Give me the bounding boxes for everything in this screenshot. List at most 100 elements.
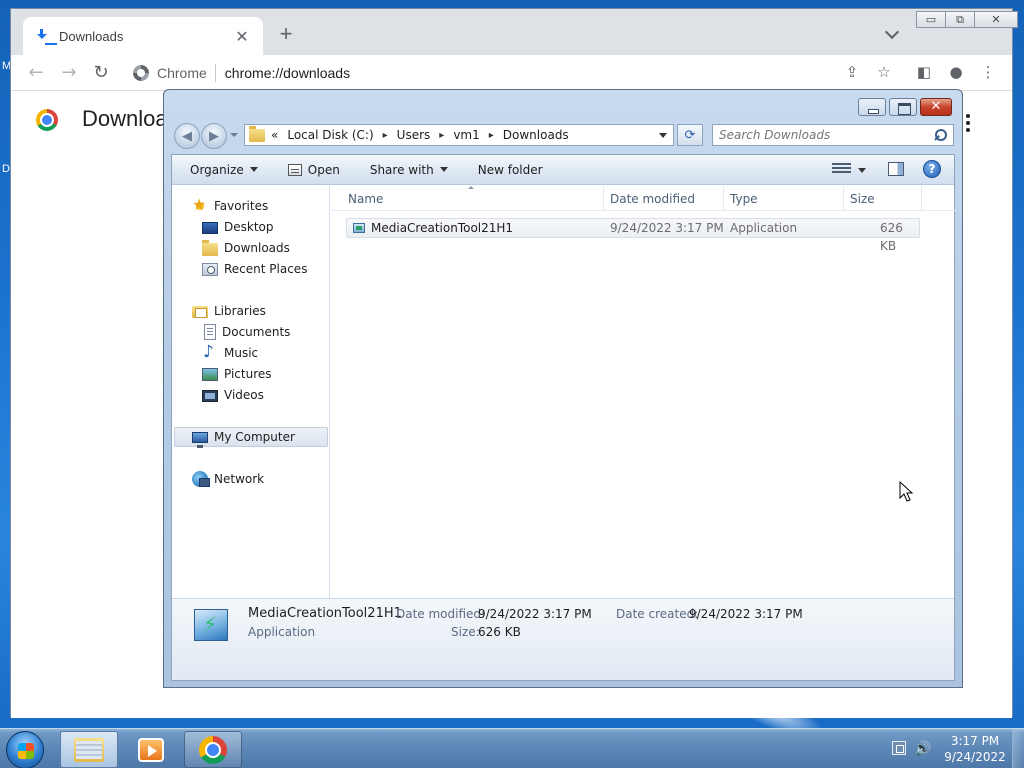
show-desktop-button[interactable]: [1012, 729, 1024, 768]
system-tray: 🔊 3:17 PM 9/24/2022: [888, 729, 1024, 768]
explorer-forward-button[interactable]: ▶: [201, 123, 227, 149]
chrome-window-controls: ▭ ⧉ ✕: [916, 11, 1018, 28]
download-icon: [35, 28, 49, 44]
clock-date: 9/24/2022: [944, 750, 1006, 764]
taskbar: 🔊 3:17 PM 9/24/2022: [0, 728, 1024, 768]
media-creation-tool-icon: [194, 609, 228, 641]
breadcrumb-local-disk[interactable]: Local Disk (C:): [287, 128, 373, 142]
table-row[interactable]: MediaCreationTool21H1 9/24/2022 3:17 PM …: [346, 218, 920, 253]
explorer-back-button[interactable]: ◀: [174, 123, 200, 149]
breadcrumb-vm1[interactable]: vm1: [453, 128, 479, 142]
share-with-label: Share with: [369, 162, 434, 177]
chrome-icon: [199, 735, 227, 764]
search-input[interactable]: [719, 128, 919, 142]
explorer-window-controls: ✕: [855, 98, 952, 116]
nav-recent-places[interactable]: Recent Places: [202, 259, 307, 279]
column-header-type[interactable]: Type: [724, 186, 844, 211]
refresh-button[interactable]: ⟳: [677, 124, 703, 146]
details-file-kind: Application: [248, 625, 316, 639]
column-header-date-modified[interactable]: Date modified: [604, 186, 724, 211]
address-history-chevron-down-icon[interactable]: [659, 133, 667, 138]
nav-documents[interactable]: Documents: [202, 322, 290, 342]
libraries-icon: [192, 306, 208, 318]
nav-pictures[interactable]: Pictures: [202, 364, 272, 384]
nav-label: Videos: [224, 388, 264, 402]
taskbar-chrome-button[interactable]: [184, 731, 242, 768]
minimize-button[interactable]: ▭: [916, 11, 946, 28]
forward-button[interactable]: →: [57, 63, 81, 83]
pictures-icon: [202, 368, 218, 381]
nav-label: Libraries: [214, 304, 266, 318]
tab-search-chevron-icon[interactable]: [884, 24, 900, 40]
close-button[interactable]: ✕: [974, 11, 1018, 28]
clock[interactable]: 3:17 PM 9/24/2022: [940, 733, 1010, 765]
breadcrumb-separator-icon[interactable]: ▸: [439, 130, 444, 141]
computer-icon: [192, 432, 208, 448]
breadcrumb-overflow[interactable]: «: [271, 128, 278, 142]
nav-music[interactable]: Music: [202, 342, 258, 363]
profile-icon[interactable]: ●: [945, 61, 967, 83]
back-button[interactable]: ←: [24, 63, 48, 83]
column-header-size[interactable]: Size: [844, 186, 922, 211]
breadcrumb-downloads[interactable]: Downloads: [503, 128, 569, 142]
search-icon[interactable]: [935, 129, 947, 141]
volume-icon[interactable]: 🔊: [914, 741, 931, 757]
restore-button[interactable]: ⧉: [945, 11, 975, 28]
help-icon[interactable]: ?: [923, 160, 941, 178]
nav-my-computer[interactable]: My Computer: [192, 427, 295, 448]
details-date-modified: 9/24/2022 3:17 PM: [478, 607, 592, 621]
nav-libraries[interactable]: Libraries: [192, 301, 266, 321]
media-player-icon: [138, 737, 164, 762]
nav-label: My Computer: [214, 430, 295, 444]
network-icon: [192, 471, 210, 487]
preview-pane-icon[interactable]: [888, 162, 904, 176]
start-button[interactable]: [6, 731, 44, 768]
explorer-maximize-button[interactable]: [889, 98, 917, 116]
explorer-minimize-button[interactable]: [858, 98, 886, 116]
share-icon[interactable]: ⇪: [841, 61, 863, 83]
explorer-address-bar[interactable]: « Local Disk (C:) ▸ Users ▸ vm1 ▸ Downlo…: [244, 124, 674, 146]
recent-pages-chevron-down-icon[interactable]: [230, 133, 238, 137]
details-size: 626 KB: [478, 625, 521, 639]
column-header-name[interactable]: Name: [342, 186, 604, 211]
open-button[interactable]: Open: [287, 163, 340, 177]
organize-button[interactable]: Organize: [190, 163, 258, 177]
nav-favorites[interactable]: Favorites: [192, 195, 268, 216]
taskbar-media-player-button[interactable]: [122, 731, 180, 768]
details-date-modified-label: Date modified:: [396, 607, 486, 621]
nav-desktop[interactable]: Desktop: [202, 217, 274, 237]
tab-title: Downloads: [59, 28, 124, 44]
side-panel-icon[interactable]: ◧: [913, 61, 935, 83]
change-view-icon[interactable]: [832, 163, 851, 177]
chrome-menu-icon[interactable]: ⋮: [977, 61, 999, 83]
breadcrumb-separator-icon[interactable]: ▸: [383, 130, 388, 141]
tab-downloads[interactable]: Downloads ✕: [23, 17, 263, 55]
new-folder-label: New folder: [477, 162, 543, 177]
explorer-close-button[interactable]: ✕: [920, 98, 952, 116]
taskbar-explorer-button[interactable]: [60, 731, 118, 768]
network-status-icon[interactable]: [892, 741, 906, 755]
nav-network[interactable]: Network: [192, 469, 264, 489]
column-headers: Name Date modified Type Size: [331, 186, 956, 211]
share-with-button[interactable]: Share with: [370, 163, 448, 177]
breadcrumb-separator-icon[interactable]: ▸: [489, 130, 494, 141]
nav-label: Downloads: [224, 241, 290, 255]
clock-time: 3:17 PM: [950, 734, 1000, 748]
view-options-chevron-down-icon[interactable]: [858, 168, 866, 173]
chrome-toolbar: ← → ↻ Chrome chrome://downloads ⇪ ☆ ◧ ● …: [11, 55, 1012, 91]
bookmark-star-icon[interactable]: ☆: [873, 61, 895, 83]
reload-button[interactable]: ↻: [89, 63, 113, 83]
details-file-name: MediaCreationTool21H1: [248, 606, 402, 621]
tab-close-icon[interactable]: ✕: [233, 27, 251, 46]
nav-videos[interactable]: Videos: [202, 385, 264, 405]
address-chip: Chrome: [157, 64, 216, 82]
nav-downloads[interactable]: Downloads: [202, 238, 290, 258]
breadcrumb-users[interactable]: Users: [397, 128, 431, 142]
explorer-body: Organize Open Share with New folder ? Fa…: [171, 154, 956, 681]
explorer-search-box[interactable]: [712, 124, 954, 146]
nav-label: Desktop: [224, 220, 274, 234]
downloads-menu-icon[interactable]: [966, 114, 970, 135]
new-tab-button[interactable]: +: [275, 23, 297, 45]
desktop-icon-label-fragment: D: [2, 163, 10, 175]
new-folder-button[interactable]: New folder: [478, 163, 543, 177]
